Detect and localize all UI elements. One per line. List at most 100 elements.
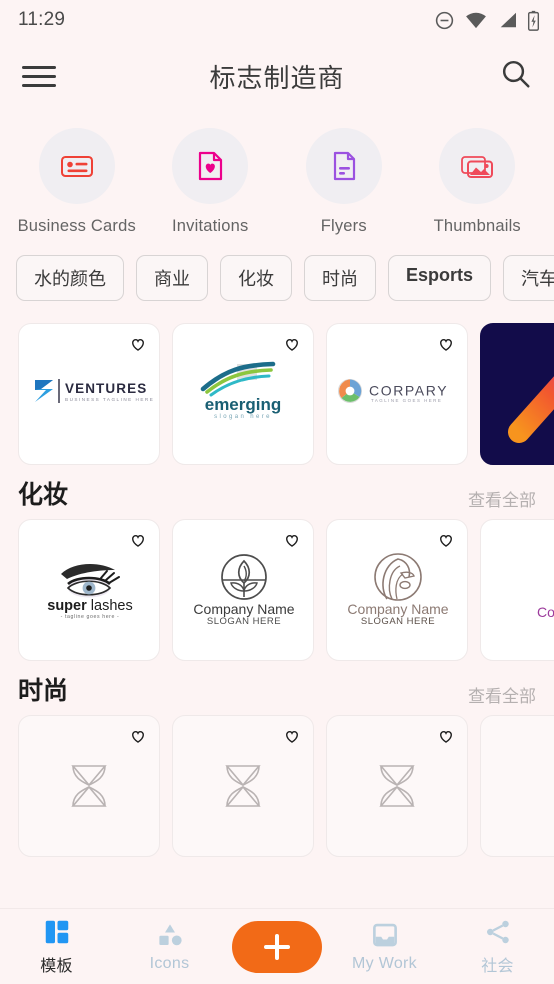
quick-category-invitations[interactable]: Invitations [146, 128, 274, 237]
ventures-logo-graphic: VENTURES BUSINESS TAGLINE HERE [35, 379, 154, 404]
search-icon[interactable] [500, 58, 532, 95]
nav-item-social[interactable]: 社会 [441, 917, 554, 976]
see-all-link[interactable]: 查看全部 [468, 486, 536, 511]
logo-card[interactable]: Company Name SLOGAN HERE [172, 518, 314, 661]
logo-card[interactable]: emerging slogan here [172, 322, 314, 465]
chip-automotive[interactable]: 汽车 [503, 254, 554, 301]
favorite-heart-icon[interactable] [436, 333, 456, 353]
svg-text:SLOGAN HERE: SLOGAN HERE [207, 616, 281, 627]
logo-preview: I TAGLINE [481, 324, 554, 464]
section-title: 时尚 [18, 676, 69, 705]
favorite-heart-icon[interactable] [128, 333, 148, 353]
quick-category-row: Business Cards Invitations Flyers Thumbn… [0, 112, 554, 241]
favorite-heart-icon[interactable] [282, 725, 302, 745]
logo-card[interactable]: CORPARY TAGLINE GOES HERE [326, 322, 468, 465]
quick-category-label: Flyers [320, 217, 367, 235]
card-row-business: VENTURES BUSINESS TAGLINE HERE emerging … [0, 322, 554, 465]
super-lashes-logo-graphic: super lashes - tagline goes here - [47, 564, 133, 620]
wifi-icon [466, 12, 486, 29]
section-header-fashion: 时尚 查看全部 [0, 671, 554, 707]
status-time: 11:29 [18, 9, 66, 30]
svg-text:super lashes: super lashes [47, 598, 132, 614]
nav-item-my-work[interactable]: My Work [328, 920, 441, 973]
svg-text:Company Name: Company Name [193, 601, 294, 617]
page-title: 标志制造商 [209, 62, 345, 93]
logo-preview: Company Name SLOGAN HERE [173, 547, 313, 632]
see-all-link[interactable]: 查看全部 [468, 682, 536, 707]
nav-item-icons[interactable]: Icons [113, 920, 226, 973]
logo-card[interactable] [172, 714, 314, 857]
status-icons [434, 10, 540, 31]
section-title: 商业 [18, 309, 68, 310]
favorite-heart-icon[interactable] [436, 725, 456, 745]
nav-label: My Work [352, 955, 417, 972]
svg-text:slogan here: slogan here [214, 414, 272, 420]
logo-preview: Company [481, 547, 554, 632]
favorite-heart-icon[interactable] [282, 333, 302, 353]
share-icon [486, 920, 509, 944]
logo-preview: emerging slogan here [173, 361, 313, 426]
woman-face-logo-graphic: Company Name SLOGAN HERE [347, 553, 449, 627]
svg-text:SLOGAN HERE: SLOGAN HERE [361, 616, 435, 627]
thumbnail-images-icon [439, 128, 516, 204]
hourglass-placeholder-icon [379, 764, 415, 807]
favorite-heart-icon[interactable] [282, 529, 302, 549]
chip-fashion[interactable]: 时尚 [304, 254, 376, 301]
flyer-document-icon [305, 128, 382, 204]
svg-text:TAGLINE GOES HERE: TAGLINE GOES HERE [371, 398, 442, 403]
inbox-tray-icon [372, 923, 397, 947]
logo-card[interactable] [480, 714, 554, 857]
favorite-heart-icon[interactable] [128, 529, 148, 549]
logo-card[interactable]: Company [480, 518, 554, 661]
logo-preview: super lashes - tagline goes here - [19, 552, 159, 627]
logo-card[interactable]: VENTURES BUSINESS TAGLINE HERE [18, 322, 160, 465]
hourglass-placeholder-icon [225, 764, 261, 807]
logo-card[interactable] [326, 714, 468, 857]
hamburger-menu-icon[interactable] [22, 60, 56, 93]
chip-water-color[interactable]: 水的颜色 [16, 254, 124, 301]
logo-preview: CORPARY TAGLINE GOES HERE [327, 376, 467, 411]
svg-text:emerging: emerging [205, 395, 282, 414]
logo-card[interactable]: Company Name SLOGAN HERE [326, 518, 468, 661]
logo-card[interactable]: I TAGLINE [480, 322, 554, 465]
logo-preview: VENTURES BUSINESS TAGLINE HERE [19, 374, 159, 413]
bottom-navigation: 模板 Icons My Work 社会 [0, 908, 554, 984]
shapes-icon [158, 924, 182, 946]
nav-item-templates[interactable]: 模板 [0, 917, 113, 976]
business-card-icon [38, 128, 115, 204]
leaf-circle-logo-graphic: Company Name SLOGAN HERE [193, 554, 295, 627]
invitation-heart-icon [172, 128, 249, 204]
see-all-link[interactable]: 查看全部 [468, 309, 536, 310]
quick-category-business-cards[interactable]: Business Cards [13, 128, 141, 237]
card-row-makeup: super lashes - tagline goes here - Compa… [0, 518, 554, 661]
plus-icon [264, 933, 290, 960]
card-row-fashion [0, 714, 554, 857]
quick-category-thumbnails[interactable]: Thumbnails [413, 128, 541, 237]
section-header-business: 商业 查看全部 [0, 309, 554, 323]
chip-esports[interactable]: Esports [388, 254, 492, 301]
favorite-heart-icon[interactable] [128, 725, 148, 745]
svg-text:- tagline goes here -: - tagline goes here - [61, 614, 120, 620]
corpary-logo-graphic: CORPARY TAGLINE GOES HERE [338, 379, 448, 404]
favorite-heart-icon[interactable] [436, 529, 456, 549]
svg-text:Company Name: Company Name [347, 601, 448, 617]
svg-text:CORPARY: CORPARY [369, 383, 448, 399]
section-header-makeup: 化妆 查看全部 [0, 475, 554, 511]
battery-charging-icon [527, 10, 540, 31]
category-chip-row[interactable]: 水的颜色 商业 化妆 时尚 Esports 汽车 [0, 241, 554, 309]
logo-card[interactable] [18, 714, 160, 857]
chip-makeup[interactable]: 化妆 [220, 254, 292, 301]
quick-category-label: Invitations [172, 217, 249, 235]
chip-business[interactable]: 商业 [136, 254, 208, 301]
svg-text:BUSINESS TAGLINE HERE: BUSINESS TAGLINE HERE [65, 397, 154, 402]
status-bar: 11:29 [0, 0, 554, 40]
create-new-button[interactable] [232, 920, 322, 973]
nav-label: 社会 [481, 958, 514, 975]
dark-play-logo-graphic: I TAGLINE [508, 376, 554, 444]
quick-category-label: Business Cards [17, 217, 136, 235]
purple-shape-logo-graphic: Company [537, 604, 554, 620]
logo-card[interactable]: super lashes - tagline goes here - [18, 518, 160, 661]
logo-preview: Company Name SLOGAN HERE [327, 547, 467, 632]
nav-label: 模板 [40, 958, 73, 975]
quick-category-flyers[interactable]: Flyers [280, 128, 408, 237]
